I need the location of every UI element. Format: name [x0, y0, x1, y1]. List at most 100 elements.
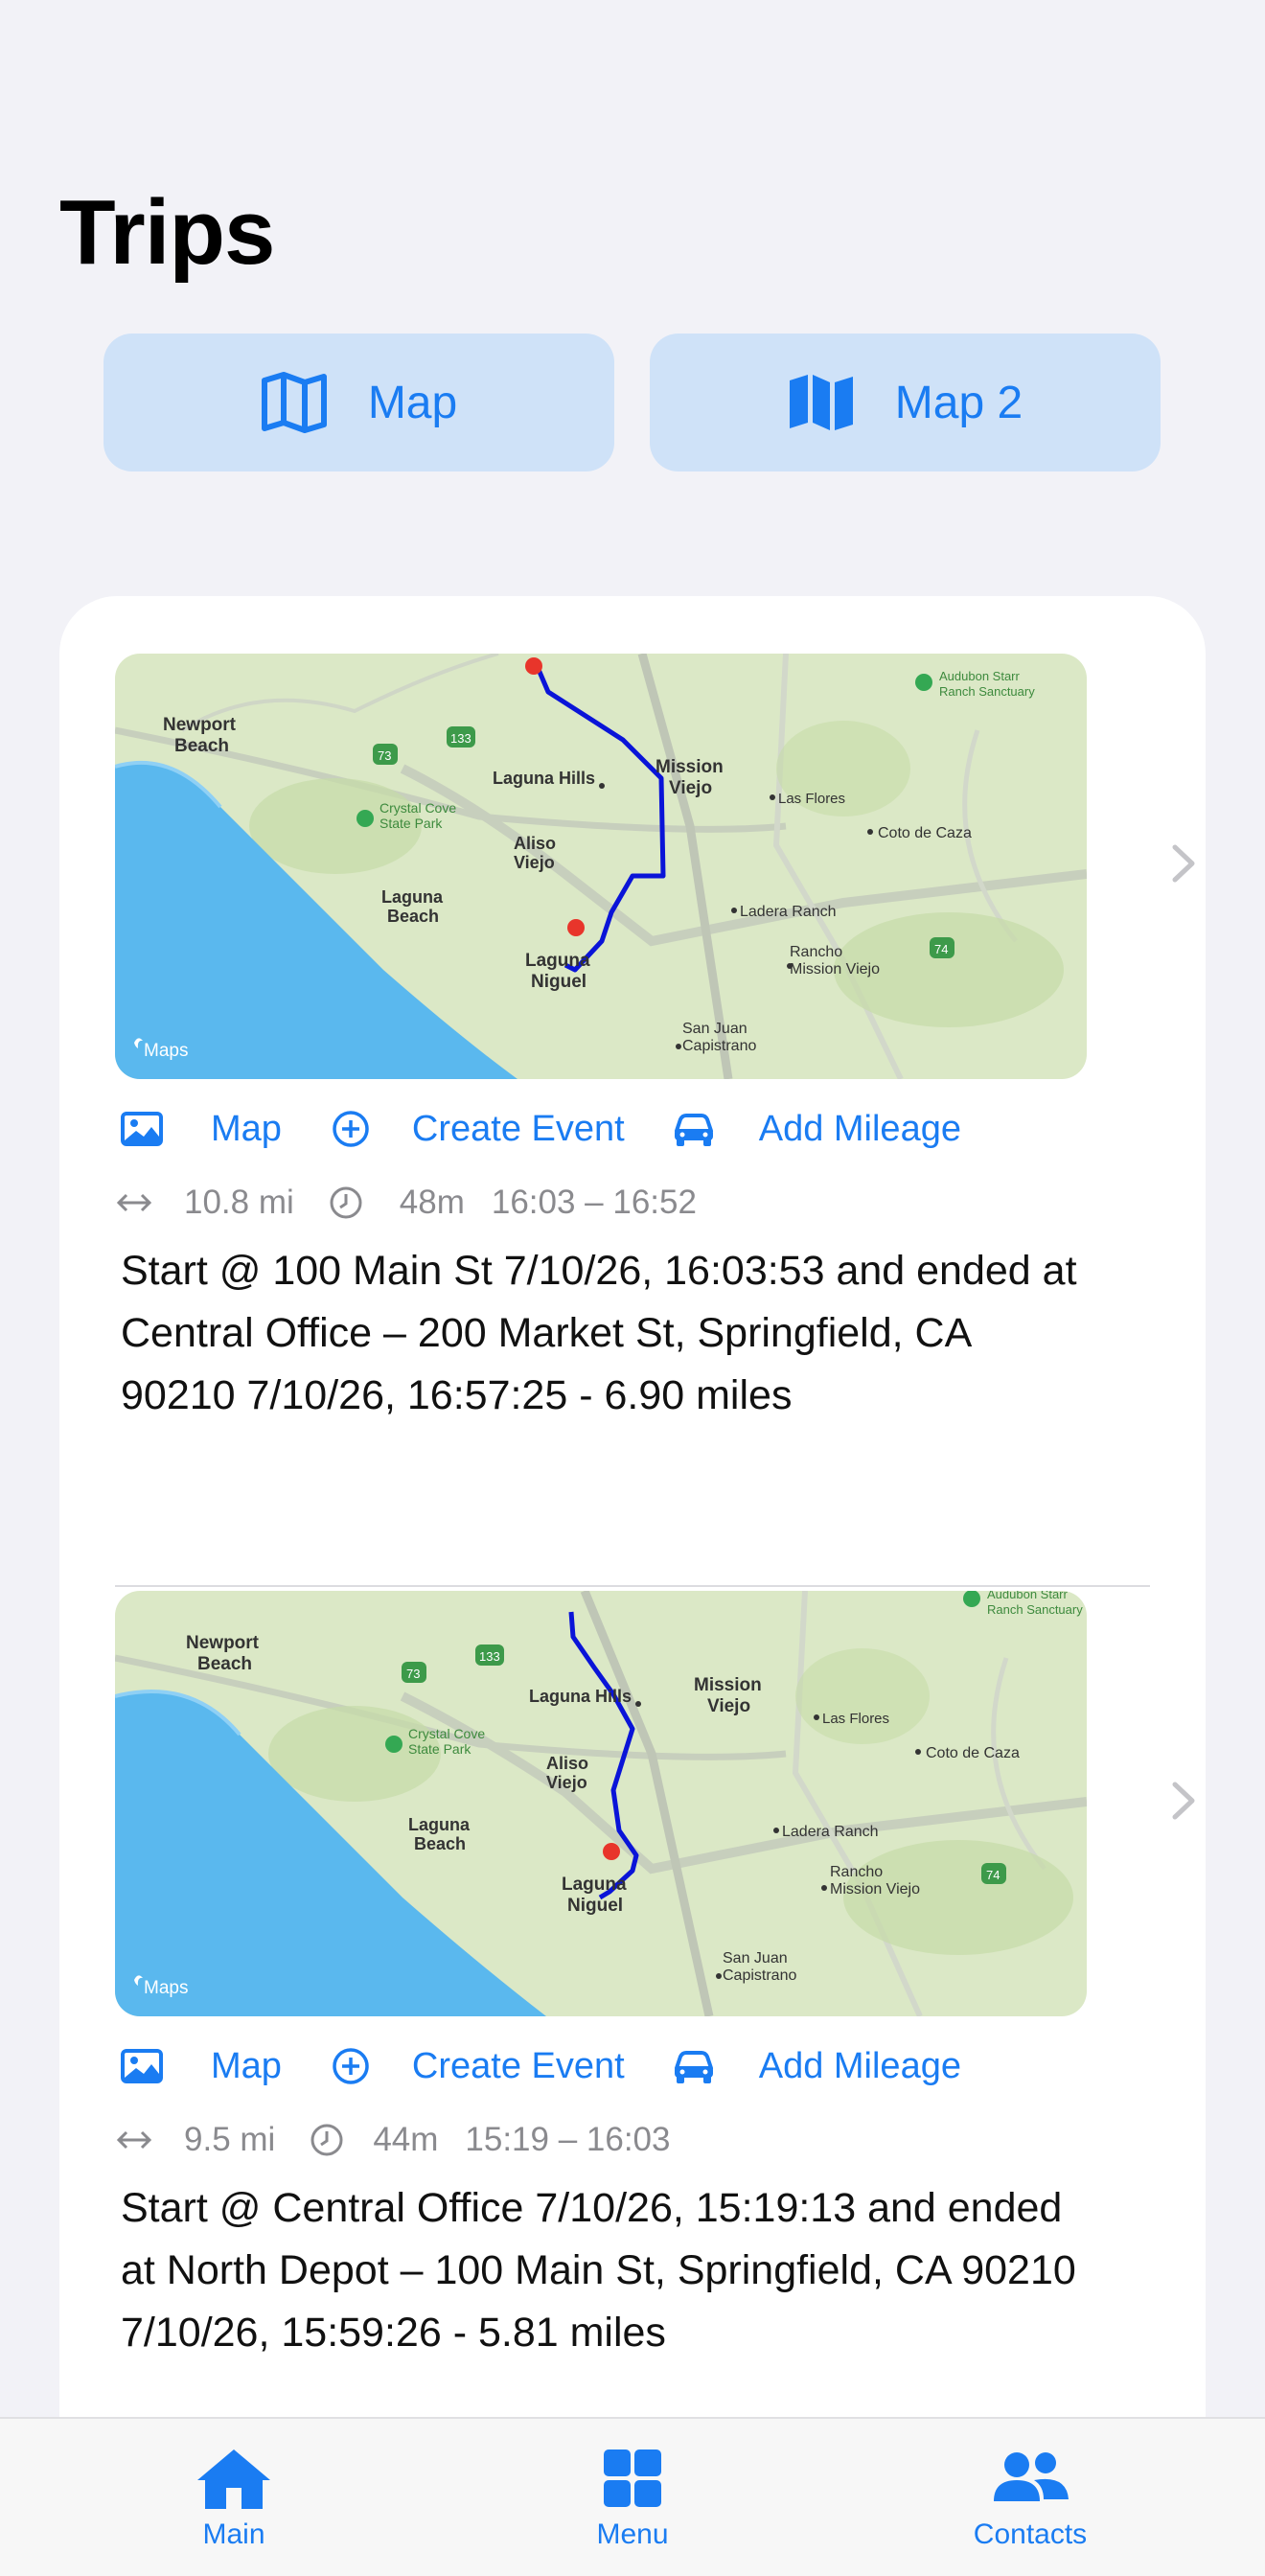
trip-map-link[interactable]: Map: [211, 1109, 282, 1150]
map-label-laguna-beach: Beach: [414, 1834, 466, 1853]
map-label-newport-beach: Beach: [197, 1654, 252, 1674]
trip-description: Start @ Central Office 7/10/26, 15:19:13…: [121, 2185, 1076, 2356]
trip-time-range: 16:03 – 16:52: [491, 1184, 697, 1221]
trips-screen: Trips Map Map 2 Newport Beach Laguna Hil…: [0, 0, 1265, 2576]
photo-icon: [121, 1112, 163, 1146]
map-label-laguna-niguel-1: Laguna: [562, 1874, 627, 1895]
tab-main-label: Main: [202, 2518, 265, 2550]
trip-time-range: 15:19 – 16:03: [465, 2121, 671, 2158]
map-label-coto: Coto de Caza: [878, 825, 972, 841]
trip-description: Start @ 100 Main St 7/10/26, 16:03:53 an…: [121, 1248, 1077, 1418]
trip-duration: 48m: [399, 1184, 465, 1221]
map-label-coto: Coto de Caza: [926, 1745, 1020, 1761]
map-label-newport: Newport: [186, 1633, 260, 1653]
map-label-state-park: State Park: [408, 1741, 472, 1757]
trip-map-link[interactable]: Map: [211, 2046, 282, 2087]
map-label-laguna: Laguna: [408, 1815, 471, 1834]
map-label-aliso-viejo: Viejo: [514, 853, 555, 872]
create-event-button[interactable]: Create Event: [412, 2046, 625, 2087]
map-label-ranch-sanctuary: Ranch Sanctuary: [939, 684, 1035, 699]
map2-button[interactable]: Map 2: [650, 334, 1161, 472]
trip-distance: 10.8 mi: [184, 1184, 294, 1221]
map-label-hwy-133: 133: [450, 731, 472, 746]
map-label-capistrano: Capistrano: [682, 1038, 756, 1054]
map-label-niguel: Niguel: [531, 972, 586, 992]
trip-duration: 44m: [373, 2121, 439, 2158]
map-filled-icon: [789, 375, 853, 430]
grid-icon: [604, 2450, 661, 2507]
map-label-rancho: Rancho: [790, 944, 842, 960]
map-label-niguel: Niguel: [567, 1896, 623, 1916]
map-label-hwy-73: 73: [378, 748, 391, 763]
distance-arrows-icon: [116, 2130, 152, 2150]
trip-map-snapshot[interactable]: Newport Beach Laguna Hills Mission Viejo…: [115, 654, 1087, 1079]
trip-divider: [115, 1585, 1150, 1587]
house-icon: [197, 2450, 270, 2509]
clock-icon: [330, 1186, 362, 1219]
map-label-aliso-viejo: Viejo: [546, 1773, 587, 1792]
map-label-mission-viejo: Viejo: [707, 1696, 750, 1716]
map-label-rancho: Rancho: [830, 1864, 883, 1880]
tab-contacts-label: Contacts: [973, 2518, 1088, 2550]
trip-map-snapshot[interactable]: Newport Beach Laguna Hills Mission Viejo…: [115, 1591, 1087, 2016]
map-label-newport-beach: Beach: [174, 736, 229, 756]
map-button[interactable]: Map: [104, 334, 614, 472]
map-label-hwy-74: 74: [934, 942, 948, 956]
map-label-aliso: Aliso: [546, 1754, 588, 1773]
map-label-mission: Mission: [694, 1675, 762, 1695]
trip-actions: Map Create Event Add Mileage: [115, 2037, 1150, 2095]
map-label-ranch-sanctuary: Ranch Sanctuary: [987, 1602, 1083, 1617]
map-label-laguna: Laguna: [381, 887, 444, 907]
map-label-las-flores: Las Flores: [822, 1711, 889, 1727]
map-label-hwy-74: 74: [986, 1868, 1000, 1882]
map-label-rancho-mv: Mission Viejo: [830, 1881, 920, 1898]
map-label-mission: Mission: [656, 757, 724, 777]
tab-menu[interactable]: Menu: [527, 2419, 738, 2576]
map-label-mission-viejo: Viejo: [669, 778, 712, 798]
map-label-ladera: Ladera Ranch: [740, 904, 837, 920]
map-label-laguna-beach: Beach: [387, 907, 439, 926]
map-label-san-juan: San Juan: [682, 1021, 748, 1037]
map-label-hwy-133: 133: [479, 1649, 500, 1664]
map-label-laguna-niguel-1: Laguna: [525, 951, 590, 971]
map-label-capistrano: Capistrano: [723, 1967, 796, 1984]
car-icon: [674, 2051, 713, 2083]
trip-item: Newport Beach Laguna Hills Mission Viejo…: [115, 654, 1195, 1593]
trip-item: Newport Beach Laguna Hills Mission Viejo…: [115, 1591, 1195, 2530]
map-button-label: Map: [367, 377, 458, 428]
trip-stats: 9.5 mi 44m 15:19 – 16:03: [115, 2116, 671, 2164]
car-icon: [674, 1114, 713, 1146]
map-label-rancho-mv: Mission Viejo: [790, 961, 880, 978]
map-label-san-juan: San Juan: [723, 1950, 788, 1966]
plus-circle-icon: [333, 1111, 369, 1147]
tab-menu-label: Menu: [596, 2518, 669, 2550]
tab-contacts[interactable]: Contacts: [925, 2419, 1136, 2576]
map-label-crystal-cove: Crystal Cove: [408, 1726, 485, 1741]
map-outline-icon: [261, 372, 327, 433]
create-event-button[interactable]: Create Event: [412, 1109, 625, 1150]
add-mileage-button[interactable]: Add Mileage: [759, 2046, 961, 2087]
map2-button-label: Map 2: [894, 377, 1024, 428]
trip-stats: 10.8 mi 48m 16:03 – 16:52: [115, 1179, 697, 1227]
trip-actions: Map Create Event Add Mileage: [115, 1100, 1150, 1158]
map-label-crystal-cove: Crystal Cove: [380, 800, 456, 816]
clock-icon: [310, 2124, 343, 2156]
map-label-laguna-hills: Laguna Hills: [493, 769, 595, 788]
distance-arrows-icon: [116, 1193, 152, 1212]
chevron-right-icon[interactable]: [1169, 841, 1198, 886]
trip-distance: 9.5 mi: [184, 2121, 276, 2158]
add-mileage-button[interactable]: Add Mileage: [759, 1109, 961, 1150]
page-title: Trips: [59, 181, 275, 284]
map-label-state-park: State Park: [380, 816, 443, 831]
map-apple-maps-logo: Maps: [144, 1978, 188, 1998]
map-label-hwy-73: 73: [406, 1667, 420, 1681]
map-apple-maps-logo: Maps: [144, 1041, 188, 1061]
tab-main[interactable]: Main: [128, 2419, 339, 2576]
tab-bar: Main Menu Contacts: [0, 2417, 1265, 2576]
map-label-aliso: Aliso: [514, 834, 556, 853]
people-icon: [994, 2452, 1069, 2501]
photo-icon: [121, 2049, 163, 2083]
chevron-right-icon[interactable]: [1169, 1779, 1198, 1823]
trips-card: Newport Beach Laguna Hills Mission Viejo…: [59, 596, 1206, 2576]
map-label-audubon: Audubon Starr: [987, 1591, 1069, 1601]
